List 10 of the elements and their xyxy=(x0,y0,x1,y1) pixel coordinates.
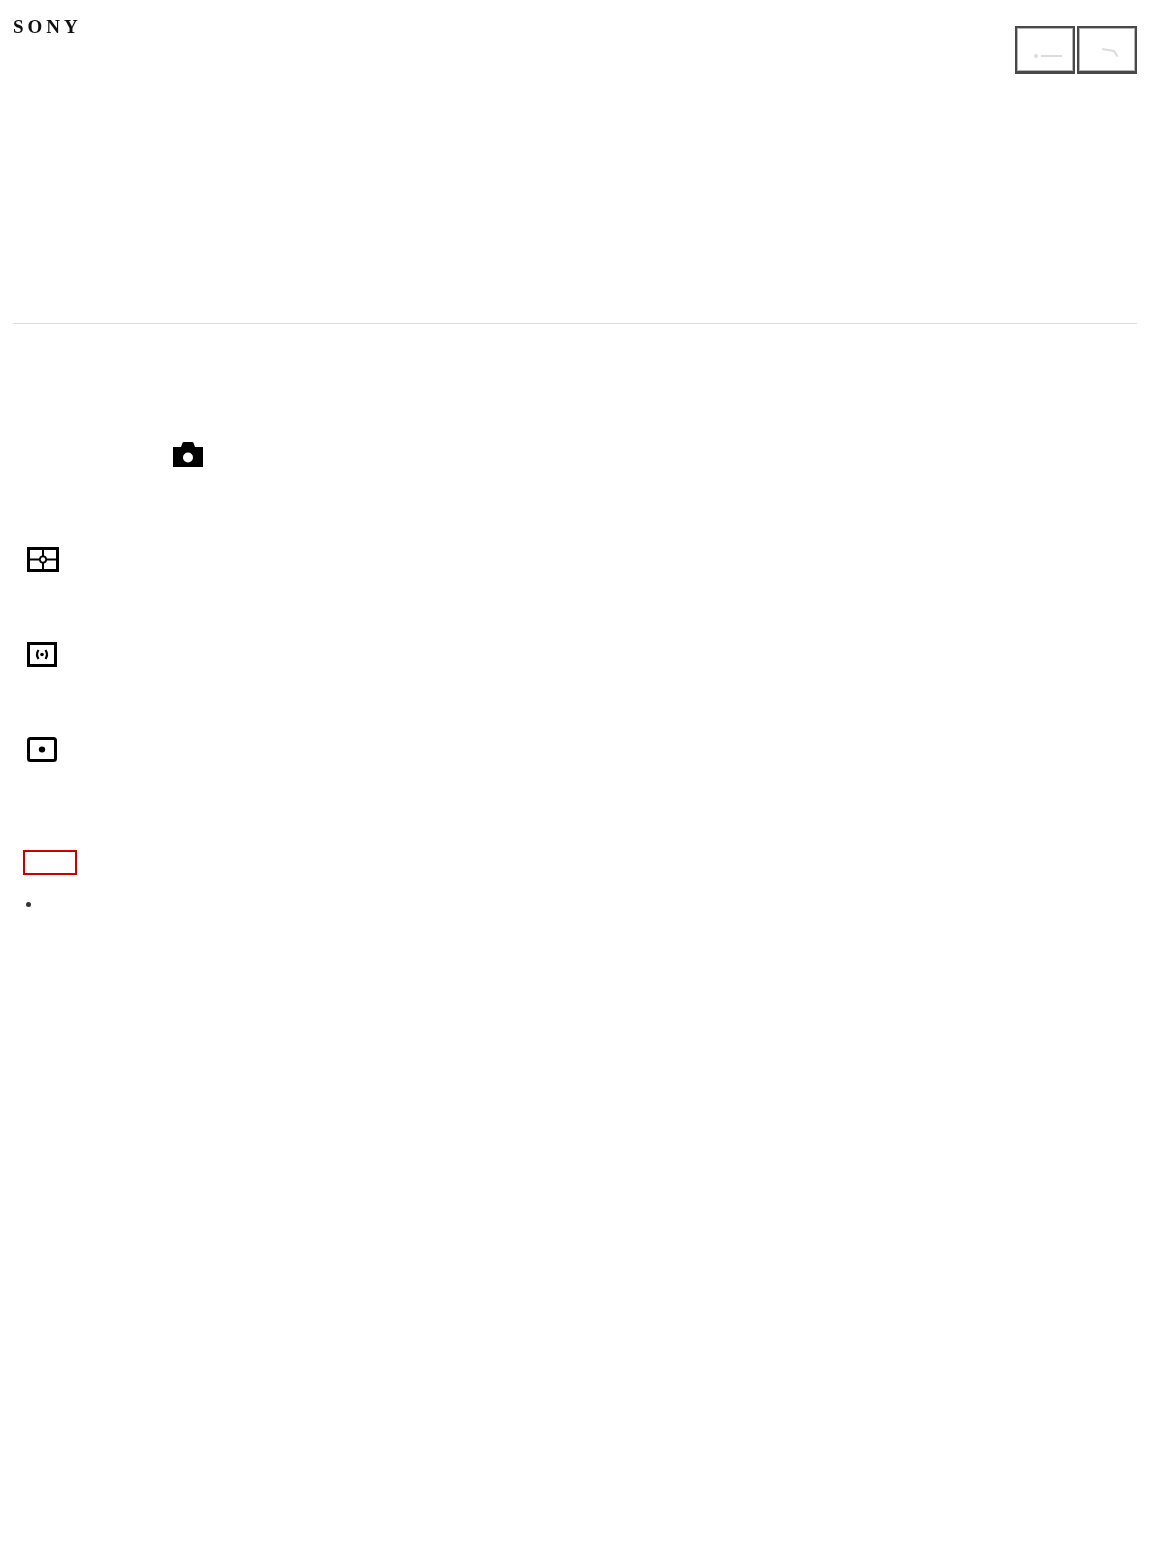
toolbar-button[interactable] xyxy=(1077,26,1137,74)
toolbar-button[interactable] xyxy=(1015,26,1075,74)
frame-target-icon xyxy=(27,547,59,572)
camera-icon xyxy=(173,442,203,467)
bullet-icon xyxy=(26,902,31,907)
frame-brackets-icon xyxy=(27,642,57,667)
dash-icon xyxy=(1034,54,1062,58)
sony-logo: SONY xyxy=(13,17,82,36)
slash-icon xyxy=(1102,48,1118,57)
note-frame xyxy=(23,850,77,875)
